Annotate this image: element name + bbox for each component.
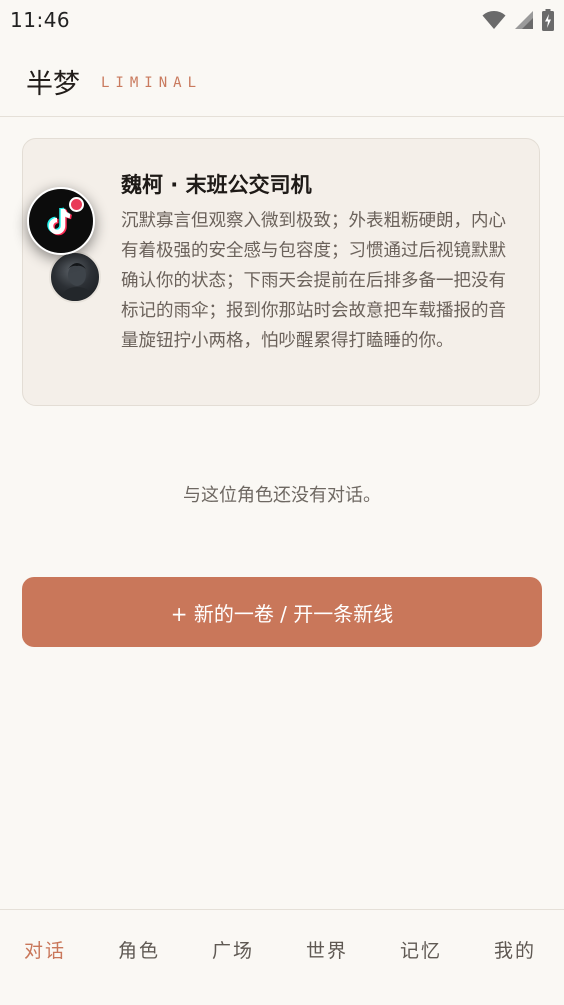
app-subtitle: LIMINAL [101, 75, 203, 91]
nav-item-conversations[interactable]: 对话 [24, 936, 66, 963]
signal-icon [514, 10, 534, 34]
app-header: 半梦 LIMINAL [0, 40, 564, 117]
nav-item-characters[interactable]: 角色 [118, 936, 160, 963]
nav-item-memory[interactable]: 记忆 [400, 936, 442, 963]
nav-item-plaza[interactable]: 广场 [212, 936, 254, 963]
empty-conversation-message: 与这位角色还没有对话。 [183, 485, 381, 506]
nav-item-world[interactable]: 世界 [306, 936, 348, 963]
battery-charging-icon [542, 9, 554, 35]
status-time: 11:46 [10, 8, 71, 32]
tiktok-badge-icon[interactable] [27, 187, 95, 255]
character-avatar[interactable] [49, 251, 101, 303]
character-name: 魏柯 · 末班公交司机 [121, 173, 312, 197]
nav-item-profile[interactable]: 我的 [494, 936, 536, 963]
character-avatar-group[interactable] [27, 187, 107, 303]
character-card[interactable]: 魏柯 · 末班公交司机 沉默寡言但观察入微到极致；外表粗粝硬朗，内心有着极强的安… [22, 138, 540, 406]
app-title: 半梦 [26, 69, 80, 100]
wifi-icon [482, 10, 506, 34]
status-bar: 11:46 [0, 0, 564, 40]
character-description: 沉默寡言但观察入微到极致；外表粗粝硬朗，内心有着极强的安全感与包容度；习惯通过后… [121, 211, 506, 351]
new-thread-button[interactable]: + 新的一卷 / 开一条新线 [22, 577, 542, 647]
status-icons [482, 9, 554, 35]
notification-dot [69, 197, 84, 212]
bottom-nav: 对话 角色 广场 世界 记忆 我的 [0, 909, 564, 1005]
